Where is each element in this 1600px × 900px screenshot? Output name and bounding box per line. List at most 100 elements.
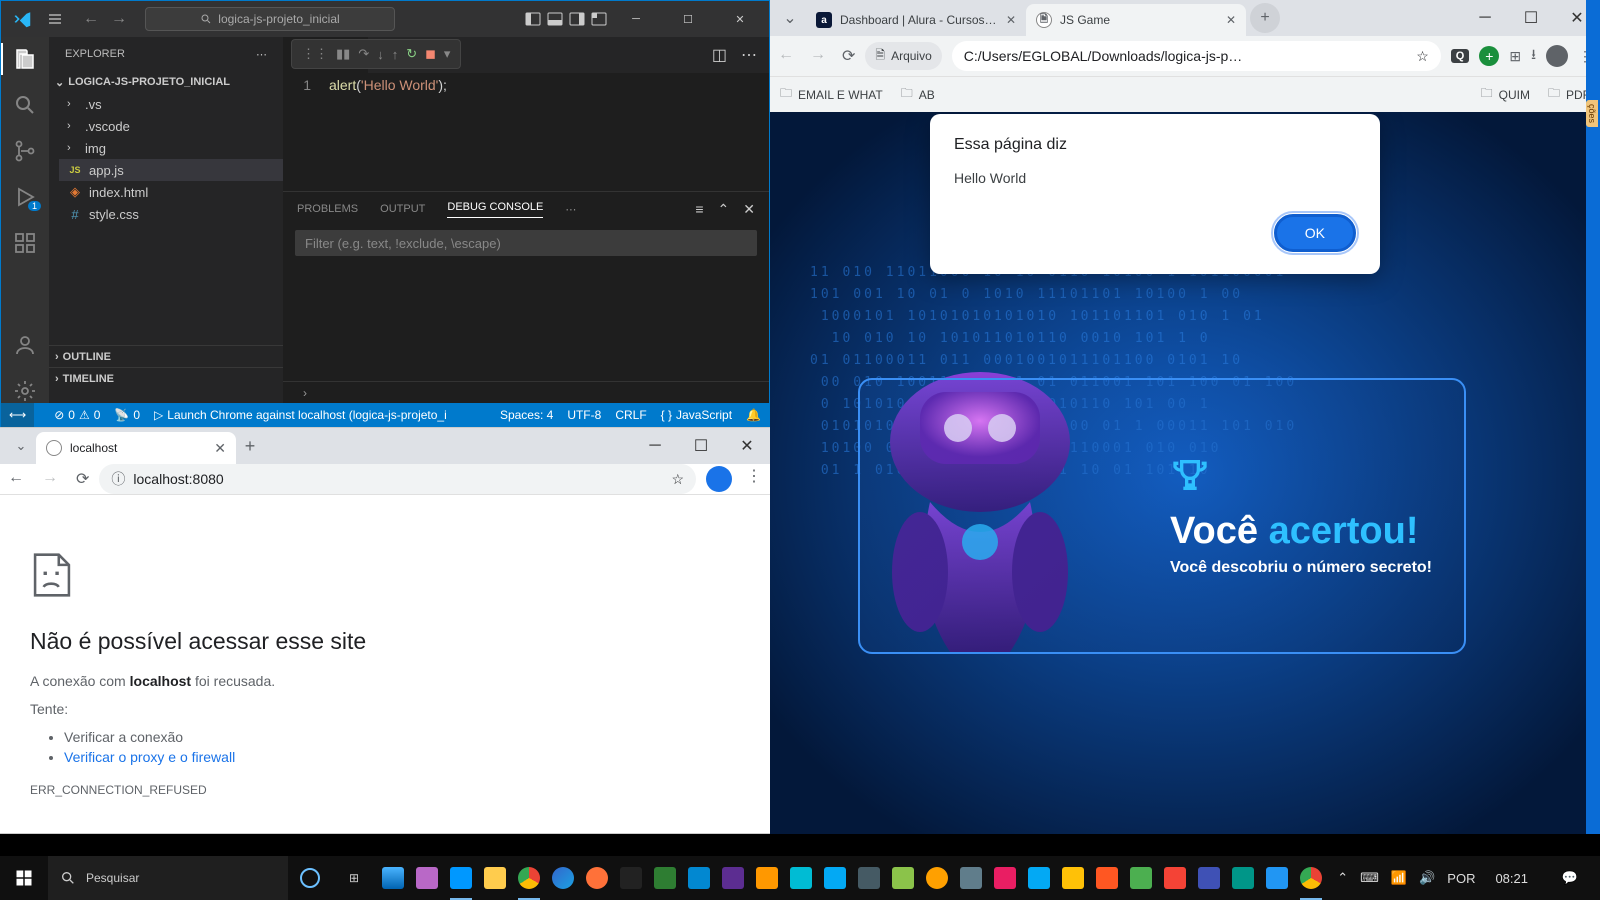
status-eol[interactable]: CRLF xyxy=(615,408,646,422)
explorer-icon[interactable] xyxy=(13,47,37,71)
dialog-ok-button[interactable]: OK xyxy=(1274,214,1356,252)
nav-back-icon[interactable]: ← xyxy=(778,46,794,66)
taskbar-app[interactable] xyxy=(1124,856,1158,900)
snap-assist-strip[interactable]: ções xyxy=(1586,0,1600,834)
extension-badge[interactable]: Q xyxy=(1451,49,1470,63)
bookmark-item[interactable]: 🗀EMAIL E WHAT xyxy=(780,84,883,105)
tray-volume-icon[interactable]: 🔊 xyxy=(1419,870,1435,886)
tab-close-icon[interactable]: ✕ xyxy=(1006,13,1016,27)
minimize-button[interactable]: ─ xyxy=(632,428,678,464)
debug-step-out-icon[interactable]: ↑ xyxy=(392,47,399,62)
taskbar-app[interactable] xyxy=(682,856,716,900)
breadcrumb[interactable]: › xyxy=(283,381,769,403)
taskbar-app[interactable] xyxy=(818,856,852,900)
panel-close-icon[interactable]: ✕ xyxy=(743,201,755,218)
tree-folder[interactable]: ›img xyxy=(59,137,283,159)
taskbar-app[interactable] xyxy=(920,856,954,900)
task-view-button[interactable]: ⊞ xyxy=(332,871,376,885)
taskbar-app[interactable] xyxy=(1260,856,1294,900)
debug-pause-icon[interactable]: ▮▮ xyxy=(336,46,350,62)
tree-folder[interactable]: ›.vscode xyxy=(59,115,283,137)
cortana-button[interactable] xyxy=(288,856,332,900)
status-lang[interactable]: { } JavaScript xyxy=(661,408,732,422)
install-icon[interactable]: ⊞ xyxy=(1509,48,1521,65)
reload-icon[interactable]: ⟳ xyxy=(76,469,89,489)
minimize-button[interactable]: ─ xyxy=(1462,0,1508,36)
account-icon[interactable] xyxy=(13,333,37,357)
tray-network-icon[interactable]: 📶 xyxy=(1391,870,1407,886)
taskbar-app[interactable] xyxy=(614,856,648,900)
nav-forward-icon[interactable]: → xyxy=(810,46,826,66)
taskbar-app[interactable] xyxy=(376,856,410,900)
tray-clock[interactable]: 08:21 xyxy=(1487,871,1536,886)
site-info-icon[interactable]: ⓘ xyxy=(111,469,125,489)
project-root[interactable]: ⌄ LOGICA-JS-PROJETO_INICIAL xyxy=(49,71,283,93)
bookmark-item[interactable]: 🗀AB xyxy=(901,84,935,105)
search-icon[interactable] xyxy=(13,93,37,117)
download-icon[interactable]: ⭳ xyxy=(1531,44,1536,68)
taskbar-app-chrome[interactable] xyxy=(512,856,546,900)
browser-tab-active[interactable]: 🗎 JS Game ✕ xyxy=(1026,4,1246,36)
new-tab-button[interactable]: + xyxy=(236,436,264,457)
debug-more-icon[interactable]: ▾ xyxy=(444,46,451,62)
status-debug-target[interactable]: ▷ Launch Chrome against localhost (logic… xyxy=(154,408,447,422)
close-button[interactable]: ✕ xyxy=(724,428,770,464)
taskbar-app[interactable] xyxy=(580,856,614,900)
tray-language-icon[interactable]: POR xyxy=(1447,871,1475,886)
command-center[interactable]: logica-js-projeto_inicial xyxy=(145,7,395,31)
remote-indicator[interactable]: ⟷ xyxy=(1,403,34,427)
maximize-button[interactable]: ☐ xyxy=(1508,0,1554,36)
nav-forward-icon[interactable]: → xyxy=(111,10,127,28)
drag-handle-icon[interactable]: ⋮⋮ xyxy=(302,46,328,62)
taskbar-app[interactable] xyxy=(1294,856,1328,900)
nav-back-icon[interactable]: ← xyxy=(83,10,99,28)
nav-back-icon[interactable]: ← xyxy=(8,469,24,489)
editor-more-icon[interactable]: ⋯ xyxy=(741,45,757,65)
source-control-icon[interactable] xyxy=(13,139,37,163)
code-editor[interactable]: 1 alert('Hello World'); xyxy=(283,73,769,191)
tree-file-index[interactable]: ◈index.html xyxy=(59,181,283,203)
timeline-section[interactable]: ›TIMELINE xyxy=(49,367,283,389)
file-origin-chip[interactable]: 🗎 Arquivo xyxy=(865,42,941,70)
action-center-icon[interactable]: 💬 xyxy=(1548,870,1592,886)
extension-plus-icon[interactable]: + xyxy=(1479,46,1499,66)
new-tab-button[interactable]: + xyxy=(1250,3,1280,33)
tray-keyboard-icon[interactable]: ⌨ xyxy=(1360,870,1379,886)
maximize-button[interactable]: ☐ xyxy=(665,1,711,37)
debug-restart-icon[interactable]: ↻ xyxy=(406,46,417,62)
tab-search-icon[interactable]: ⌄ xyxy=(6,438,36,454)
tab-close-icon[interactable]: ✕ xyxy=(1226,13,1236,27)
taskbar-app[interactable] xyxy=(988,856,1022,900)
split-editor-icon[interactable]: ◫ xyxy=(712,45,727,65)
address-bar[interactable]: C:/Users/EGLOBAL/Downloads/logica-js-p… … xyxy=(952,41,1441,71)
start-button[interactable] xyxy=(0,856,48,900)
status-spaces[interactable]: Spaces: 4 xyxy=(500,408,553,422)
taskbar-search[interactable]: Pesquisar xyxy=(48,856,288,900)
status-ports[interactable]: 📡 0 xyxy=(114,408,140,422)
taskbar-app[interactable] xyxy=(886,856,920,900)
nav-forward-icon[interactable]: → xyxy=(42,469,58,489)
debug-filter-input[interactable]: Filter (e.g. text, !exclude, \escape) xyxy=(295,230,757,256)
reload-icon[interactable]: ⟳ xyxy=(842,46,855,66)
run-debug-icon[interactable]: 1 xyxy=(13,185,37,209)
layout-sidebar-left-icon[interactable] xyxy=(525,11,541,27)
bookmark-item[interactable]: 🗀QUIM xyxy=(1481,84,1530,105)
tree-folder[interactable]: ›.vs xyxy=(59,93,283,115)
proxy-firewall-link[interactable]: Verificar o proxy e o firewall xyxy=(64,749,235,765)
profile-icon[interactable] xyxy=(706,466,732,492)
tree-file-style[interactable]: #style.css xyxy=(59,203,283,225)
panel-tab-problems[interactable]: PROBLEMS xyxy=(297,203,358,215)
panel-collapse-icon[interactable]: ⌃ xyxy=(718,201,730,218)
taskbar-app[interactable] xyxy=(1158,856,1192,900)
taskbar-app[interactable] xyxy=(1022,856,1056,900)
taskbar-app[interactable] xyxy=(546,856,580,900)
taskbar-app[interactable] xyxy=(716,856,750,900)
debug-stop-icon[interactable]: ◼ xyxy=(425,46,436,62)
taskbar-app[interactable] xyxy=(478,856,512,900)
explorer-more-icon[interactable]: ⋯ xyxy=(256,48,267,61)
tree-file-appjs[interactable]: JSapp.js xyxy=(59,159,283,181)
bookmark-item[interactable]: 🗀PDF xyxy=(1548,84,1590,105)
close-button[interactable]: ✕ xyxy=(717,1,763,37)
taskbar-app[interactable] xyxy=(648,856,682,900)
taskbar-app[interactable] xyxy=(852,856,886,900)
